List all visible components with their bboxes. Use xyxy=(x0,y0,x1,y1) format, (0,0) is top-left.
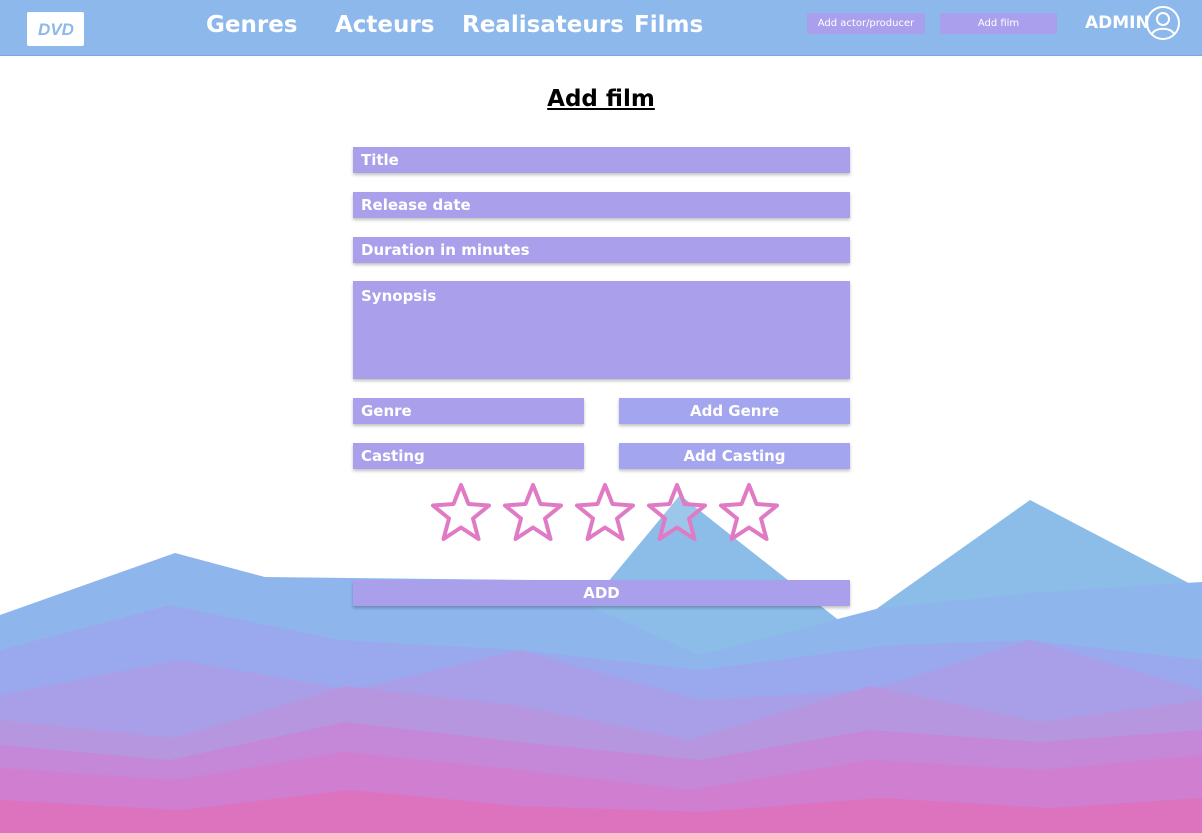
duration-input[interactable]: Duration in minutes xyxy=(353,237,850,263)
add-film-button[interactable]: Add film xyxy=(940,13,1057,34)
add-submit-button[interactable]: ADD xyxy=(353,580,850,606)
mountain-background xyxy=(0,495,1202,833)
nav-realisateurs[interactable]: Realisateurs xyxy=(462,12,624,38)
add-genre-button[interactable]: Add Genre xyxy=(619,398,850,424)
rating-star-1-icon[interactable] xyxy=(428,480,494,546)
admin-label: ADMIN xyxy=(1085,13,1150,33)
rating-star-2-icon[interactable] xyxy=(500,480,566,546)
title-input[interactable]: Title xyxy=(353,147,850,173)
user-circle-icon[interactable] xyxy=(1145,5,1181,41)
nav-acteurs[interactable]: Acteurs xyxy=(335,12,434,38)
rating-star-4-icon[interactable] xyxy=(644,480,710,546)
rating-star-5-icon[interactable] xyxy=(716,480,782,546)
add-actor-producer-button[interactable]: Add actor/producer xyxy=(807,13,925,34)
genre-input[interactable]: Genre xyxy=(353,398,584,424)
svg-text:DVD: DVD xyxy=(38,20,74,39)
release-date-input[interactable]: Release date xyxy=(353,192,850,218)
dvd-logo-mark: DVD xyxy=(38,20,74,39)
nav-films[interactable]: Films xyxy=(634,12,703,38)
dvd-logo[interactable]: DVD xyxy=(27,12,84,46)
top-nav-bar: DVD Genres Acteurs Realisateurs Films Ad… xyxy=(0,0,1202,56)
add-casting-button[interactable]: Add Casting xyxy=(619,443,850,469)
nav-genres[interactable]: Genres xyxy=(206,12,297,38)
page-title: Add film xyxy=(547,86,655,112)
rating-star-3-icon[interactable] xyxy=(572,480,638,546)
synopsis-textarea[interactable]: Synopsis xyxy=(353,281,850,379)
casting-input[interactable]: Casting xyxy=(353,443,584,469)
